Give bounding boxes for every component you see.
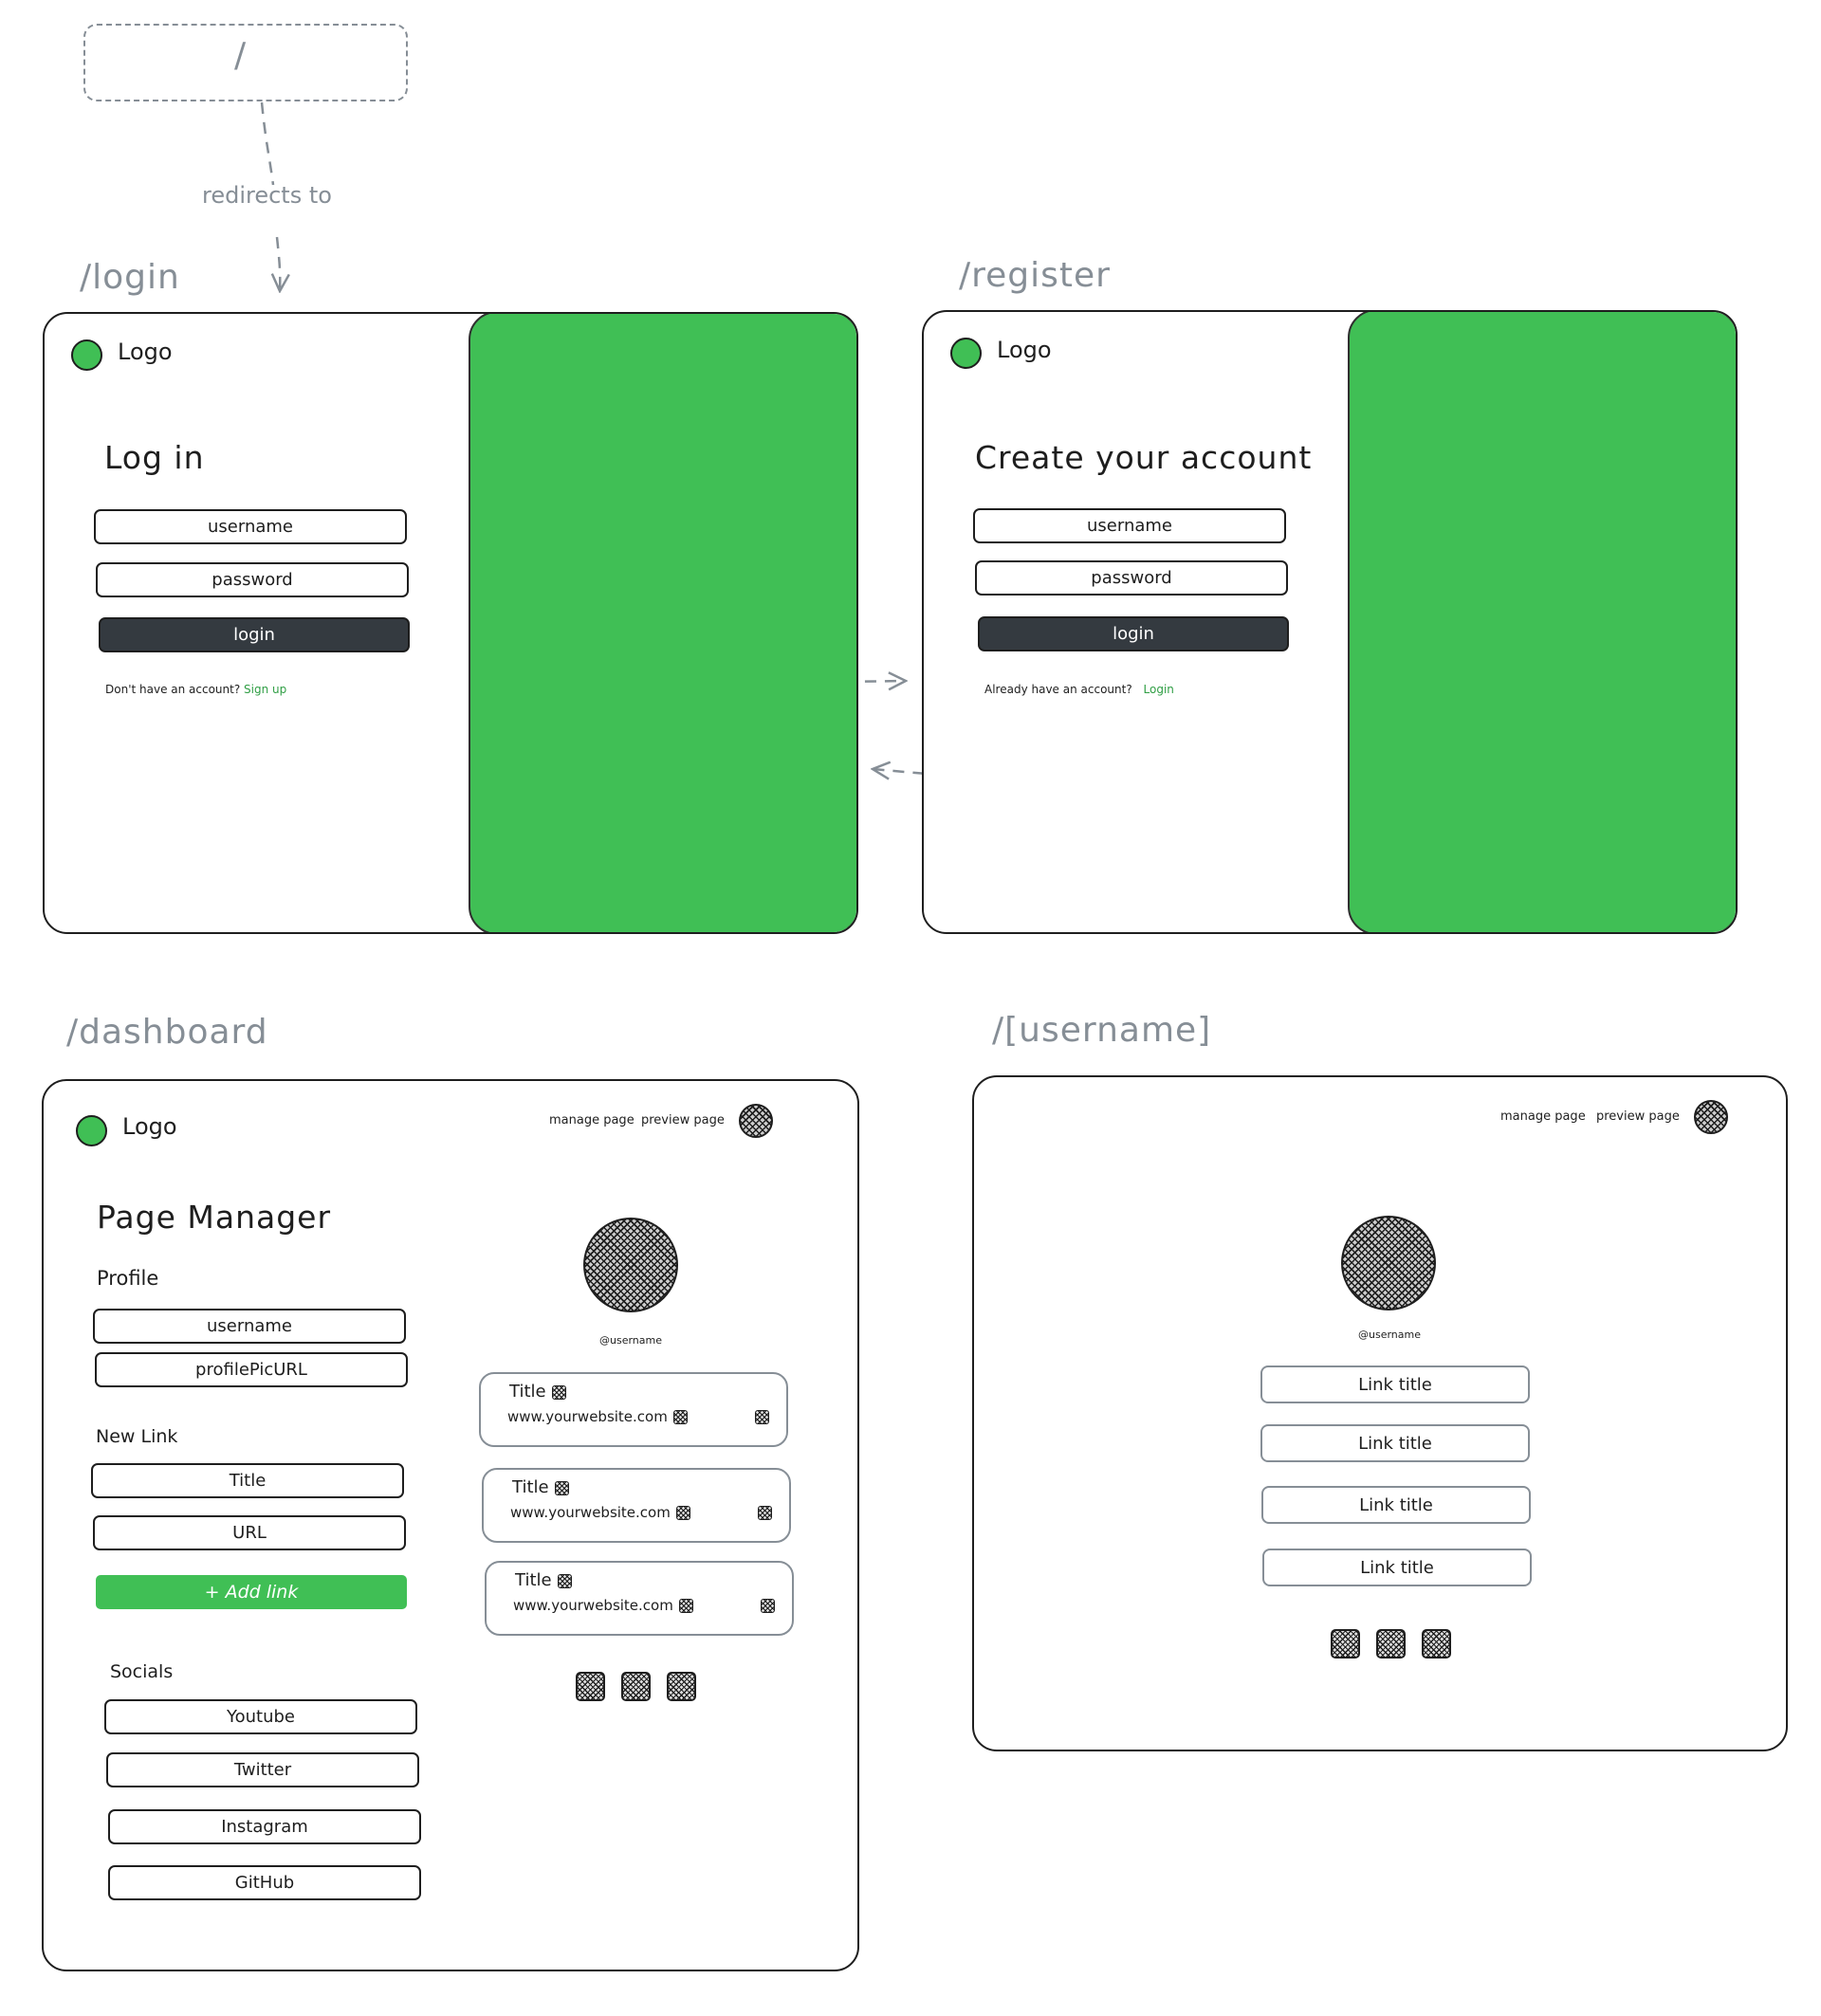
- login-link[interactable]: Login: [1144, 683, 1174, 696]
- page-title: Page Manager: [97, 1199, 332, 1236]
- logo-text: Logo: [997, 337, 1052, 363]
- redirect-label: redirects to: [202, 182, 332, 209]
- root-route-label: /: [234, 36, 247, 75]
- link-card-title: Title: [512, 1477, 569, 1497]
- link-card[interactable]: Title www.yourwebsite.com: [482, 1468, 791, 1543]
- logo-icon: [71, 339, 102, 371]
- public-route-label: /[username]: [992, 1011, 1212, 1050]
- social-instagram-input[interactable]: Instagram: [108, 1809, 421, 1844]
- password-input[interactable]: password: [96, 562, 409, 597]
- public-link[interactable]: Link title: [1262, 1549, 1532, 1586]
- nav-preview-page[interactable]: preview page: [641, 1113, 725, 1127]
- twitter-icon[interactable]: [621, 1672, 651, 1701]
- link-card-title: Title: [515, 1570, 572, 1590]
- login-route-label: /login: [80, 258, 180, 297]
- public-link[interactable]: Link title: [1260, 1424, 1530, 1462]
- edit-icon[interactable]: [557, 1573, 572, 1588]
- edit-icon[interactable]: [678, 1599, 693, 1613]
- public-username: @username: [1358, 1329, 1421, 1341]
- edit-icon[interactable]: [675, 1506, 690, 1520]
- new-link-label: New Link: [96, 1426, 178, 1447]
- edit-icon[interactable]: [554, 1480, 569, 1495]
- dashboard-frame: Logo manage page preview page Page Manag…: [42, 1079, 859, 1971]
- profile-label: Profile: [97, 1267, 159, 1290]
- signup-prompt: Don't have an account? Sign up: [105, 683, 286, 696]
- delete-icon[interactable]: [761, 1599, 775, 1613]
- link-card-title: Title: [509, 1382, 566, 1402]
- login-frame: Logo Log in username password login Don'…: [43, 312, 858, 934]
- avatar[interactable]: [739, 1104, 773, 1138]
- page-title: Log in: [104, 439, 205, 476]
- link-card-url: www.yourwebsite.com: [507, 1408, 688, 1425]
- youtube-icon[interactable]: [1331, 1629, 1360, 1659]
- username-input[interactable]: username: [94, 509, 407, 544]
- edit-icon[interactable]: [672, 1410, 688, 1424]
- login-button[interactable]: login: [99, 617, 410, 652]
- link-card-url: www.yourwebsite.com: [513, 1597, 693, 1614]
- public-link[interactable]: Link title: [1261, 1486, 1531, 1524]
- avatar[interactable]: [1694, 1100, 1728, 1134]
- nav-preview-page[interactable]: preview page: [1596, 1109, 1680, 1124]
- logo-text: Logo: [122, 1113, 177, 1140]
- public-link[interactable]: Link title: [1260, 1365, 1530, 1403]
- edit-icon[interactable]: [551, 1384, 566, 1400]
- social-twitter-input[interactable]: Twitter: [106, 1752, 419, 1787]
- add-link-button[interactable]: + Add link: [96, 1575, 407, 1609]
- profile-picture: [583, 1218, 678, 1312]
- youtube-icon[interactable]: [576, 1672, 605, 1701]
- delete-icon[interactable]: [758, 1506, 772, 1520]
- username-input[interactable]: username: [973, 508, 1286, 543]
- signup-link[interactable]: Sign up: [244, 683, 286, 696]
- link-url-input[interactable]: URL: [93, 1515, 406, 1550]
- page-title: Create your account: [975, 439, 1313, 476]
- profile-username-input[interactable]: username: [93, 1309, 406, 1344]
- profile-picture: [1341, 1216, 1436, 1310]
- link-title-input[interactable]: Title: [91, 1463, 404, 1498]
- social-github-input[interactable]: GitHub: [108, 1865, 421, 1900]
- profile-pic-url-input[interactable]: profilePicURL: [95, 1352, 408, 1387]
- register-route-label: /register: [959, 256, 1111, 295]
- twitter-icon[interactable]: [1376, 1629, 1406, 1659]
- logo-icon: [950, 338, 982, 369]
- login-button[interactable]: login: [978, 616, 1289, 651]
- link-card[interactable]: Title www.yourwebsite.com: [485, 1561, 794, 1636]
- register-frame: Logo Create your account username passwo…: [922, 310, 1738, 934]
- preview-username: @username: [599, 1334, 662, 1347]
- hero-panel: [1348, 312, 1736, 932]
- logo-icon: [76, 1115, 107, 1146]
- password-input[interactable]: password: [975, 560, 1288, 596]
- social-youtube-input[interactable]: Youtube: [104, 1699, 417, 1734]
- public-frame: manage page preview page @username Link …: [972, 1075, 1788, 1751]
- link-card[interactable]: Title www.yourwebsite.com: [479, 1372, 788, 1447]
- nav-manage-page[interactable]: manage page: [549, 1113, 635, 1127]
- login-prompt-text: Already have an account?: [984, 683, 1132, 696]
- nav-manage-page[interactable]: manage page: [1500, 1109, 1586, 1124]
- instagram-icon[interactable]: [1422, 1629, 1451, 1659]
- login-prompt: Already have an account? Login: [984, 683, 1174, 696]
- dashboard-route-label: /dashboard: [66, 1013, 268, 1052]
- delete-icon[interactable]: [755, 1410, 769, 1424]
- instagram-icon[interactable]: [667, 1672, 696, 1701]
- signup-prompt-text: Don't have an account?: [105, 683, 241, 696]
- hero-panel: [469, 314, 856, 932]
- link-card-url: www.yourwebsite.com: [510, 1504, 690, 1521]
- logo-text: Logo: [118, 339, 173, 365]
- socials-label: Socials: [110, 1661, 174, 1682]
